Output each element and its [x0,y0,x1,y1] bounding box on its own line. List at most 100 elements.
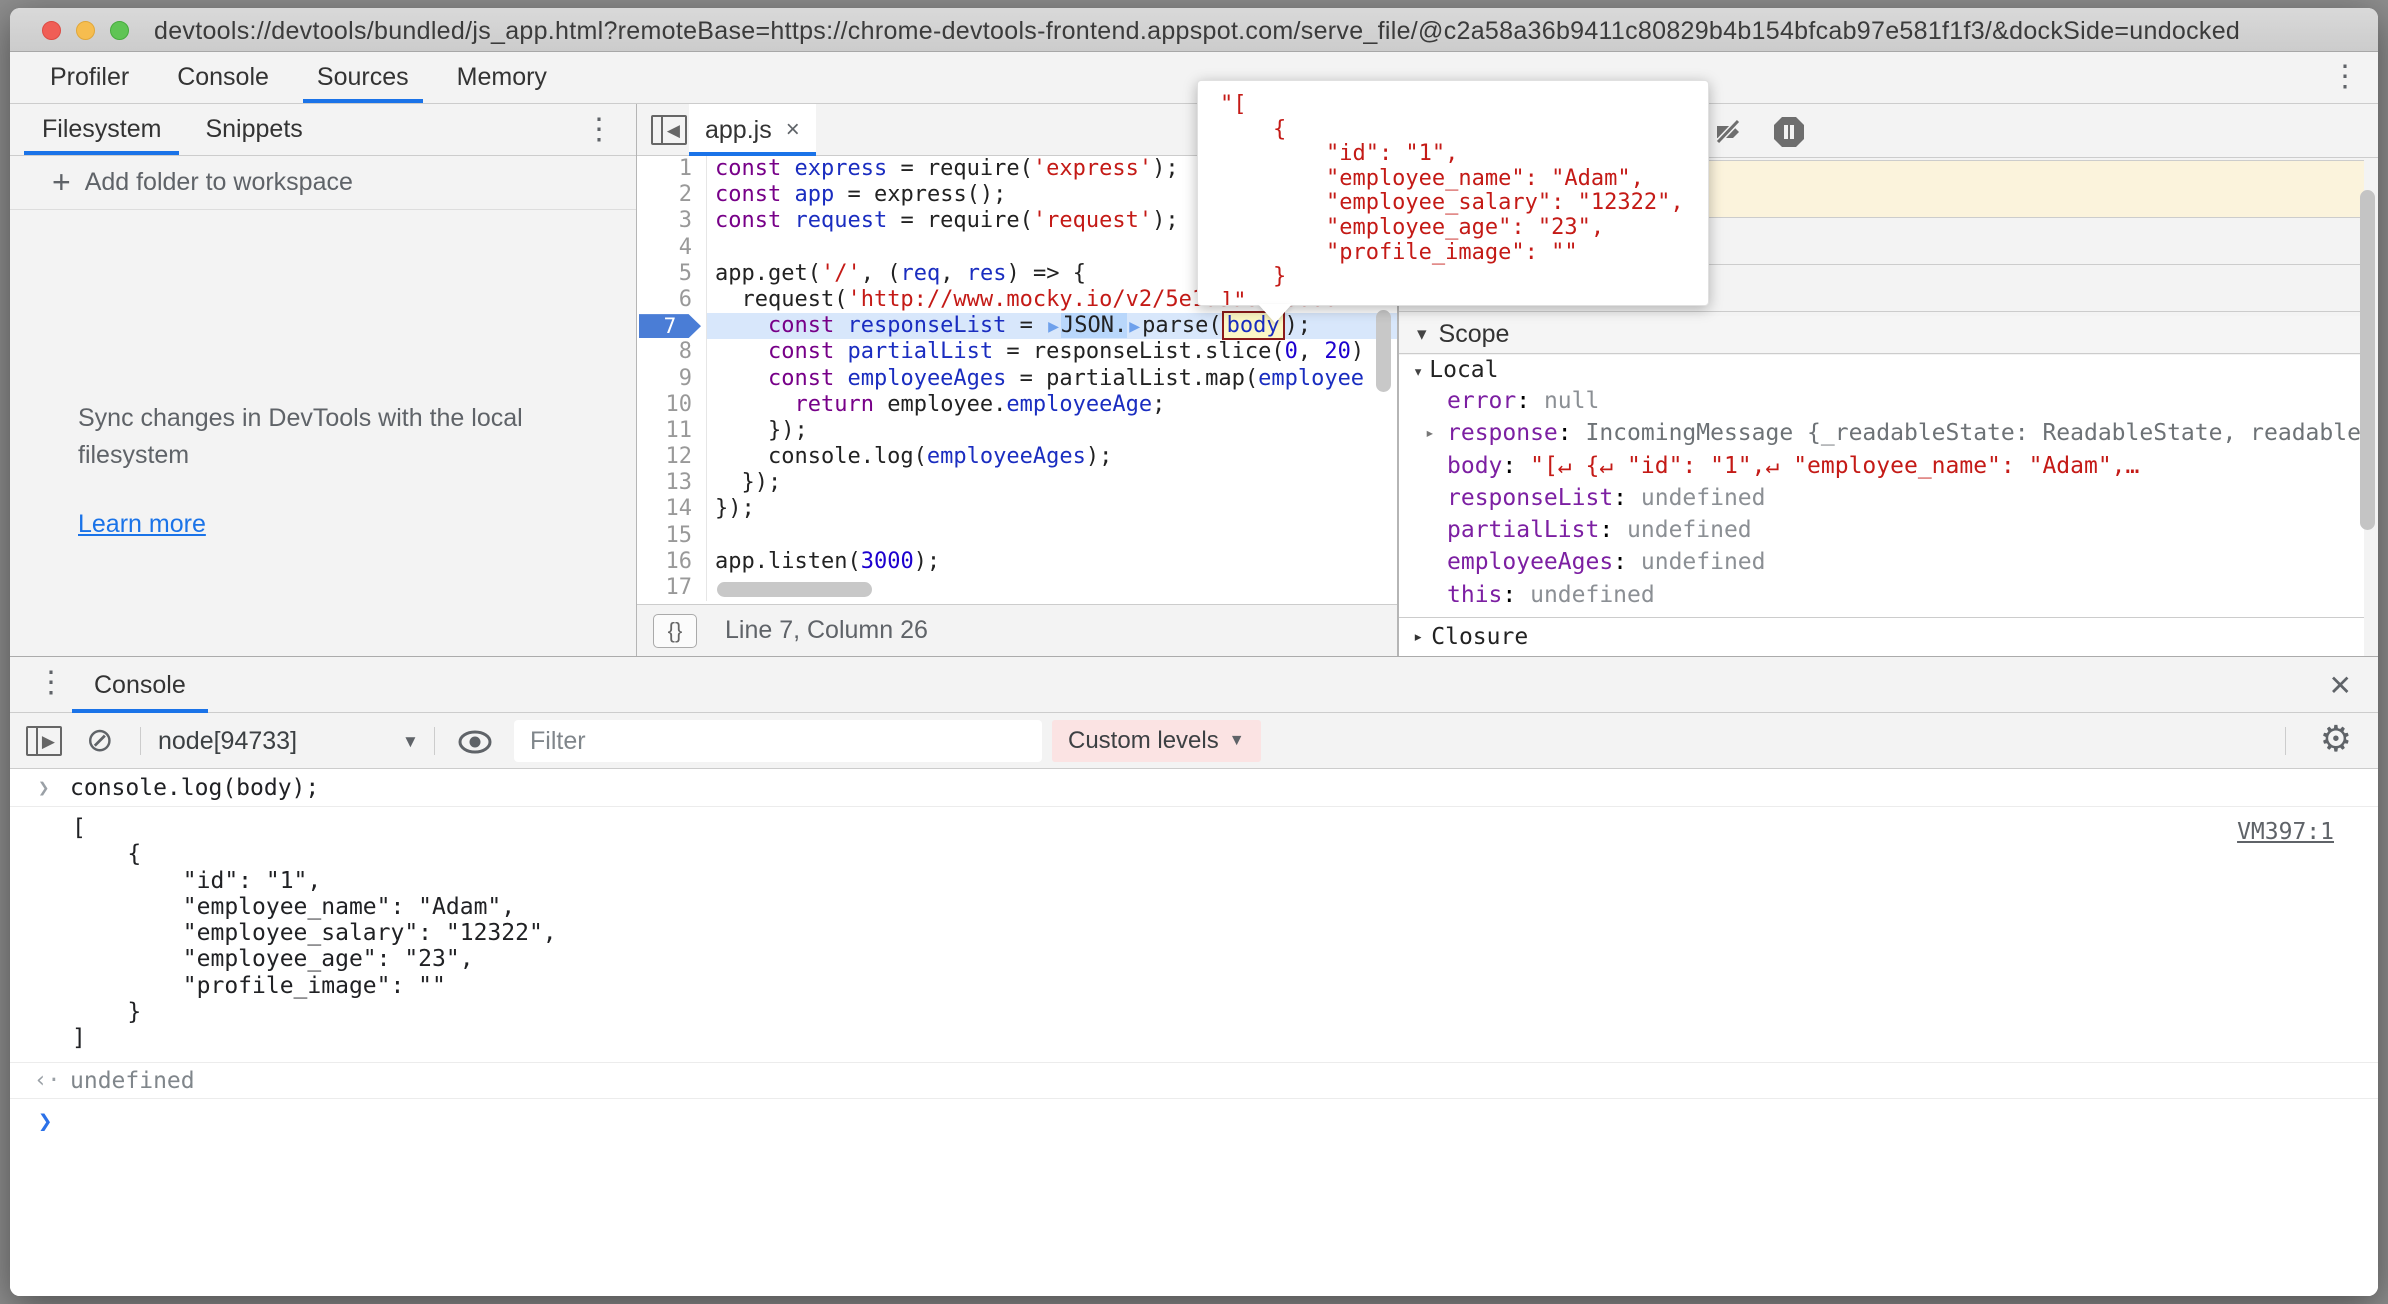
pause-on-exceptions-icon[interactable] [1771,114,1807,150]
separator: : [1613,549,1641,575]
gutter-line-11[interactable]: 11 [637,418,707,444]
tab-profiler[interactable]: Profiler [26,52,153,103]
scope-local-group[interactable]: ▾Local [1399,355,2364,385]
custom-levels-badge[interactable]: Custom levels ▼ [1052,720,1261,762]
code-line-text[interactable]: console.log(employeeAges); [707,444,1112,470]
tab-console[interactable]: Console [153,52,293,103]
scope-variable-this[interactable]: this: undefined [1399,579,2364,611]
code-line-text[interactable]: const express = require('express'); [707,156,1179,182]
scope-section-header[interactable]: ▾ Scope [1399,316,2364,354]
editor-vertical-scrollbar[interactable] [1376,310,1391,392]
code-line-text[interactable]: return employee.employeeAge; [707,392,1165,418]
deactivate-breakpoints-icon[interactable] [1711,114,1747,150]
scope-variable-employeeAges[interactable]: employeeAges: undefined [1399,546,2364,578]
zoom-window-button[interactable] [110,21,129,40]
gutter-line-17[interactable]: 17 [637,575,707,601]
gutter-line-5[interactable]: 5 [637,261,707,287]
gutter-line-1[interactable]: 1 [637,156,707,182]
learn-more-link[interactable]: Learn more [78,510,206,539]
console-source-link[interactable]: VM397:1 [2237,819,2334,845]
code-line-text[interactable]: const request = require('request'); [707,208,1179,234]
code-line-text[interactable]: }); [707,470,781,496]
console-prompt[interactable]: ❯ [10,1099,2378,1139]
navigator-kebab-icon[interactable]: ⋮ [584,115,614,145]
code-token [715,392,794,417]
gutter-line-3[interactable]: 3 [637,208,707,234]
scope-closure-group[interactable]: ▸ Closure [1399,617,2364,656]
tab-close-icon[interactable]: × [786,116,800,144]
code-line-10[interactable]: 10 return employee.employeeAge; [637,392,1397,418]
pretty-print-button[interactable]: {} [653,614,697,648]
debugger-scrollbar[interactable] [2360,190,2375,530]
tab-sources[interactable]: Sources [293,52,433,103]
gutter-line-13[interactable]: 13 [637,470,707,496]
code-line-text[interactable]: const employeeAges = partialList.map(emp… [707,366,1364,392]
gutter-line-6[interactable]: 6 [637,287,707,313]
close-drawer-icon[interactable]: ✕ [2329,669,2352,702]
gutter-line-15[interactable]: 15 [637,523,707,549]
horizontal-scrollbar[interactable] [717,582,872,597]
console-filter-input[interactable] [514,720,1042,762]
code-line-8[interactable]: 8 const partialList = responseList.slice… [637,339,1397,365]
tab-console[interactable]: Console [72,657,208,713]
add-folder-button[interactable]: + Add folder to workspace [10,156,636,210]
code-line-text[interactable] [707,575,715,601]
code-line-12[interactable]: 12 console.log(employeeAges); [637,444,1397,470]
code-line-text[interactable]: const responseList = ▶JSON.▶parse(body); [707,313,1397,339]
code-line-14[interactable]: 14}); [637,496,1397,522]
scope-variable-responseList[interactable]: responseList: undefined [1399,482,2364,514]
code-line-15[interactable]: 15 [637,523,1397,549]
sidebar-tab-snippets[interactable]: Snippets [183,104,324,155]
code-token: employeeAges [847,366,1006,391]
code-line-text[interactable]: const partialList = responseList.slice(0… [707,339,1364,365]
gutter-line-9[interactable]: 9 [637,366,707,392]
gutter-line-16[interactable]: 16 [637,549,707,575]
minimize-window-button[interactable] [76,21,95,40]
separator: : [1502,582,1530,608]
code-line-9[interactable]: 9 const employeeAges = partialList.map(e… [637,366,1397,392]
code-line-text[interactable]: }); [707,496,755,522]
execution-context-selector[interactable]: node[94733] [158,713,297,769]
close-window-button[interactable] [42,21,61,40]
code-line-text[interactable]: }); [707,418,808,444]
hide-navigator-icon[interactable]: ◀ [651,115,687,145]
scope-variable-response[interactable]: ▸response: IncomingMessage {_readableSta… [1399,417,2364,449]
code-line-16[interactable]: 16app.listen(3000); [637,549,1397,575]
drawer-kebab-icon[interactable]: ⋮ [36,668,66,698]
gutter-line-10[interactable]: 10 [637,392,707,418]
console-settings-gear-icon[interactable]: ⚙ [2320,718,2352,760]
expand-icon[interactable]: ▸ [1425,417,1435,449]
gutter-line-2[interactable]: 2 [637,182,707,208]
gutter-line-14[interactable]: 14 [637,496,707,522]
console-output-text: [ { "id": "1", "employee_name": "Adam", … [72,815,2378,1052]
gutter-line-12[interactable]: 12 [637,444,707,470]
scope-variable-body[interactable]: body: "[↵ {↵ "id": "1",↵ "employee_name"… [1399,450,2364,482]
gutter-line-7[interactable]: 7 [637,313,707,339]
clear-console-icon[interactable]: ⊘ [86,720,114,759]
show-console-sidebar-icon[interactable]: ▶ [26,726,62,756]
code-token [834,339,847,364]
console-command-row[interactable]: ❯ console.log(body); [10,770,2378,807]
code-line-text[interactable] [707,523,715,549]
variable-name: error [1447,388,1516,414]
variable-name: employeeAges [1447,549,1613,575]
gutter-line-4[interactable]: 4 [637,235,707,261]
code-line-text[interactable]: app.get('/', (req, res) => { [707,261,1086,287]
sync-description: Sync changes in DevTools with the local … [78,400,558,474]
code-line-text[interactable] [707,235,715,261]
file-tab-appjs[interactable]: app.js × [689,104,816,156]
tab-memory[interactable]: Memory [433,52,571,103]
scope-variable-partialList[interactable]: partialList: undefined [1399,514,2364,546]
context-caret-icon[interactable]: ▼ [402,732,419,752]
code-line-text[interactable]: const app = express(); [707,182,1006,208]
breakpoint-marker[interactable]: 7 [639,314,701,338]
separator: : [1502,453,1530,479]
live-expression-eye-icon[interactable] [456,726,494,758]
sidebar-tab-filesystem[interactable]: Filesystem [20,104,183,155]
gutter-line-8[interactable]: 8 [637,339,707,365]
code-line-text[interactable]: app.listen(3000); [707,549,940,575]
code-line-13[interactable]: 13 }); [637,470,1397,496]
main-menu-kebab-icon[interactable]: ⋮ [2330,62,2360,92]
scope-variable-error[interactable]: error: null [1399,385,2364,417]
code-line-11[interactable]: 11 }); [637,418,1397,444]
